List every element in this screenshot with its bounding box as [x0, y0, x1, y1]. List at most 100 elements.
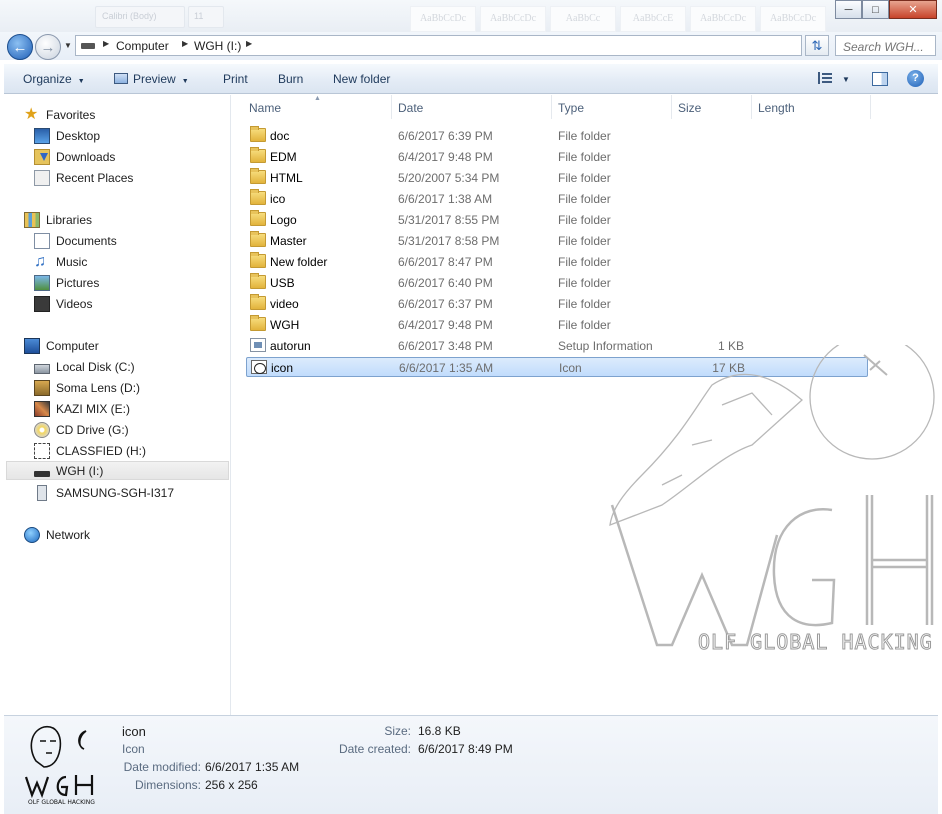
- details-dimensions-value: 256 x 256: [205, 778, 258, 792]
- nav-computer[interactable]: Computer: [24, 336, 99, 355]
- ghost-font-text: Calibri (Body): [102, 11, 157, 21]
- nav-label: Libraries: [46, 212, 93, 227]
- file-row[interactable]: autorun 6/6/2017 3:48 PM Setup Information…: [246, 336, 868, 356]
- nav-item-classfied[interactable]: CLASSFIED (H:): [34, 441, 146, 460]
- view-options-chevron-icon[interactable]: ▼: [842, 75, 850, 84]
- minimize-button[interactable]: ─: [835, 0, 862, 19]
- nav-item-soma-lens[interactable]: Soma Lens (D:): [34, 378, 140, 397]
- folder-icon: [250, 273, 266, 289]
- file-row[interactable]: Master 5/31/2017 8:58 PM File folder: [246, 231, 868, 251]
- search-input[interactable]: [835, 35, 936, 56]
- nav-network[interactable]: Network: [24, 525, 90, 544]
- folder-icon: [250, 168, 266, 184]
- nav-label: Favorites: [46, 107, 96, 122]
- nav-item-cd-drive[interactable]: CD Drive (G:): [34, 420, 129, 439]
- file-row[interactable]: New folder 6/6/2017 8:47 PM File folder: [246, 252, 868, 272]
- phone-icon: [37, 484, 47, 501]
- file-name: video: [270, 297, 299, 311]
- nav-item-recent-places[interactable]: Recent Places: [34, 168, 133, 187]
- details-created-value: 6/6/2017 8:49 PM: [418, 742, 513, 756]
- file-date: 6/6/2017 6:39 PM: [398, 129, 493, 143]
- nav-item-documents[interactable]: Documents: [34, 231, 117, 250]
- nav-item-local-disk[interactable]: Local Disk (C:): [34, 357, 135, 376]
- setup-file-icon: [250, 338, 266, 352]
- file-row[interactable]: video 6/6/2017 6:37 PM File folder: [246, 294, 868, 314]
- file-name: EDM: [270, 150, 297, 164]
- file-row[interactable]: USB 6/6/2017 6:40 PM File folder: [246, 273, 868, 293]
- nav-item-videos[interactable]: Videos: [34, 294, 92, 313]
- nav-item-downloads[interactable]: Downloads: [34, 147, 115, 166]
- nav-item-pictures[interactable]: Pictures: [34, 273, 99, 292]
- nav-label: Computer: [46, 338, 99, 353]
- burn-button[interactable]: Burn: [278, 72, 303, 86]
- organize-label: Organize: [23, 72, 72, 86]
- explorer-window: Calibri (Body) 11 AaBbCcDc AaBbCcDc AaBb…: [0, 0, 942, 814]
- column-header-date[interactable]: Date: [393, 95, 552, 119]
- address-bar[interactable]: ▶ Computer ▶ WGH (I:) ▶ ▼: [75, 35, 870, 56]
- nav-item-wgh[interactable]: WGH (I:): [6, 461, 229, 480]
- nav-item-kazi-mix[interactable]: KAZI MIX (E:): [34, 399, 130, 418]
- breadcrumb-wgh[interactable]: WGH (I:): [194, 39, 241, 53]
- breadcrumb-computer[interactable]: Computer: [116, 39, 169, 53]
- refresh-button[interactable]: ⇅: [805, 35, 829, 56]
- change-view-icon[interactable]: [818, 72, 832, 84]
- file-type: File folder: [558, 213, 611, 227]
- organize-button[interactable]: Organize ▼: [23, 72, 85, 86]
- network-icon: [24, 526, 40, 543]
- new-folder-button[interactable]: New folder: [333, 72, 390, 86]
- folder-icon: [250, 294, 266, 310]
- file-date: 5/31/2017 8:58 PM: [398, 234, 500, 248]
- file-date: 6/6/2017 1:35 AM: [399, 361, 494, 375]
- breadcrumb-arrow-icon[interactable]: ▶: [103, 39, 109, 48]
- music-icon: ♫: [34, 252, 46, 270]
- file-row[interactable]: Logo 5/31/2017 8:55 PM File folder: [246, 210, 868, 230]
- file-row[interactable]: WGH 6/4/2017 9:48 PM File folder: [246, 315, 868, 335]
- maximize-button[interactable]: □: [862, 0, 889, 19]
- recent-pages-dropdown[interactable]: ▼: [64, 41, 72, 50]
- back-button[interactable]: ←: [7, 34, 33, 60]
- nav-item-samsung[interactable]: SAMSUNG-SGH-I317: [34, 483, 174, 502]
- file-row[interactable]: EDM 6/4/2017 9:48 PM File folder: [246, 147, 868, 167]
- column-header-type[interactable]: Type: [553, 95, 672, 119]
- preview-pane-icon[interactable]: [872, 72, 888, 86]
- nav-favorites[interactable]: ★ Favorites: [24, 105, 95, 124]
- breadcrumb-arrow-icon[interactable]: ▶: [182, 39, 188, 48]
- folder-icon: [250, 252, 266, 268]
- file-row[interactable]: HTML 5/20/2007 5:34 PM File folder: [246, 168, 868, 188]
- nav-label: CLASSFIED (H:): [56, 443, 147, 458]
- print-button[interactable]: Print: [223, 72, 248, 86]
- breadcrumb-arrow-icon[interactable]: ▶: [246, 39, 252, 48]
- nav-item-desktop[interactable]: Desktop: [34, 126, 100, 145]
- nav-label: CD Drive (G:): [56, 422, 129, 437]
- forward-button[interactable]: →: [35, 34, 61, 60]
- file-date: 6/6/2017 6:40 PM: [398, 276, 493, 290]
- ghost-style: AaBbCcDc: [410, 6, 476, 32]
- crescent-icon: [78, 730, 87, 750]
- nav-libraries[interactable]: Libraries: [24, 210, 92, 229]
- details-size-value: 16.8 KB: [418, 724, 461, 738]
- file-type: File folder: [558, 297, 611, 311]
- nav-item-music[interactable]: ♫ Music: [34, 252, 87, 271]
- column-header-length[interactable]: Length: [753, 95, 871, 119]
- file-date: 6/6/2017 8:47 PM: [398, 255, 493, 269]
- pictures-icon: [34, 274, 50, 291]
- details-modified-label: Date modified:: [123, 760, 201, 774]
- file-type: File folder: [558, 318, 611, 332]
- file-type: Icon: [559, 361, 582, 375]
- file-date: 5/31/2017 8:55 PM: [398, 213, 500, 227]
- help-icon[interactable]: ?: [907, 70, 924, 87]
- close-button[interactable]: ✕: [889, 0, 937, 19]
- file-row[interactable]: icon 6/6/2017 1:35 AM Icon 17 KB: [246, 357, 868, 377]
- column-header-size[interactable]: Size: [673, 95, 752, 119]
- file-type: File folder: [558, 129, 611, 143]
- drive-custom-icon: [34, 442, 50, 459]
- preview-button[interactable]: Preview ▼: [114, 72, 189, 86]
- face-outline: [30, 725, 62, 768]
- file-name: doc: [270, 129, 290, 143]
- file-name: WGH: [270, 318, 300, 332]
- file-row[interactable]: doc 6/6/2017 6:39 PM File folder: [246, 126, 868, 146]
- ghost-style: AaBbCcDc: [690, 6, 756, 32]
- file-row[interactable]: ico 6/6/2017 1:38 AM File folder: [246, 189, 868, 209]
- navigation-pane: ★ Favorites Desktop Downloads Recent Plac…: [4, 95, 231, 715]
- file-name: USB: [270, 276, 295, 290]
